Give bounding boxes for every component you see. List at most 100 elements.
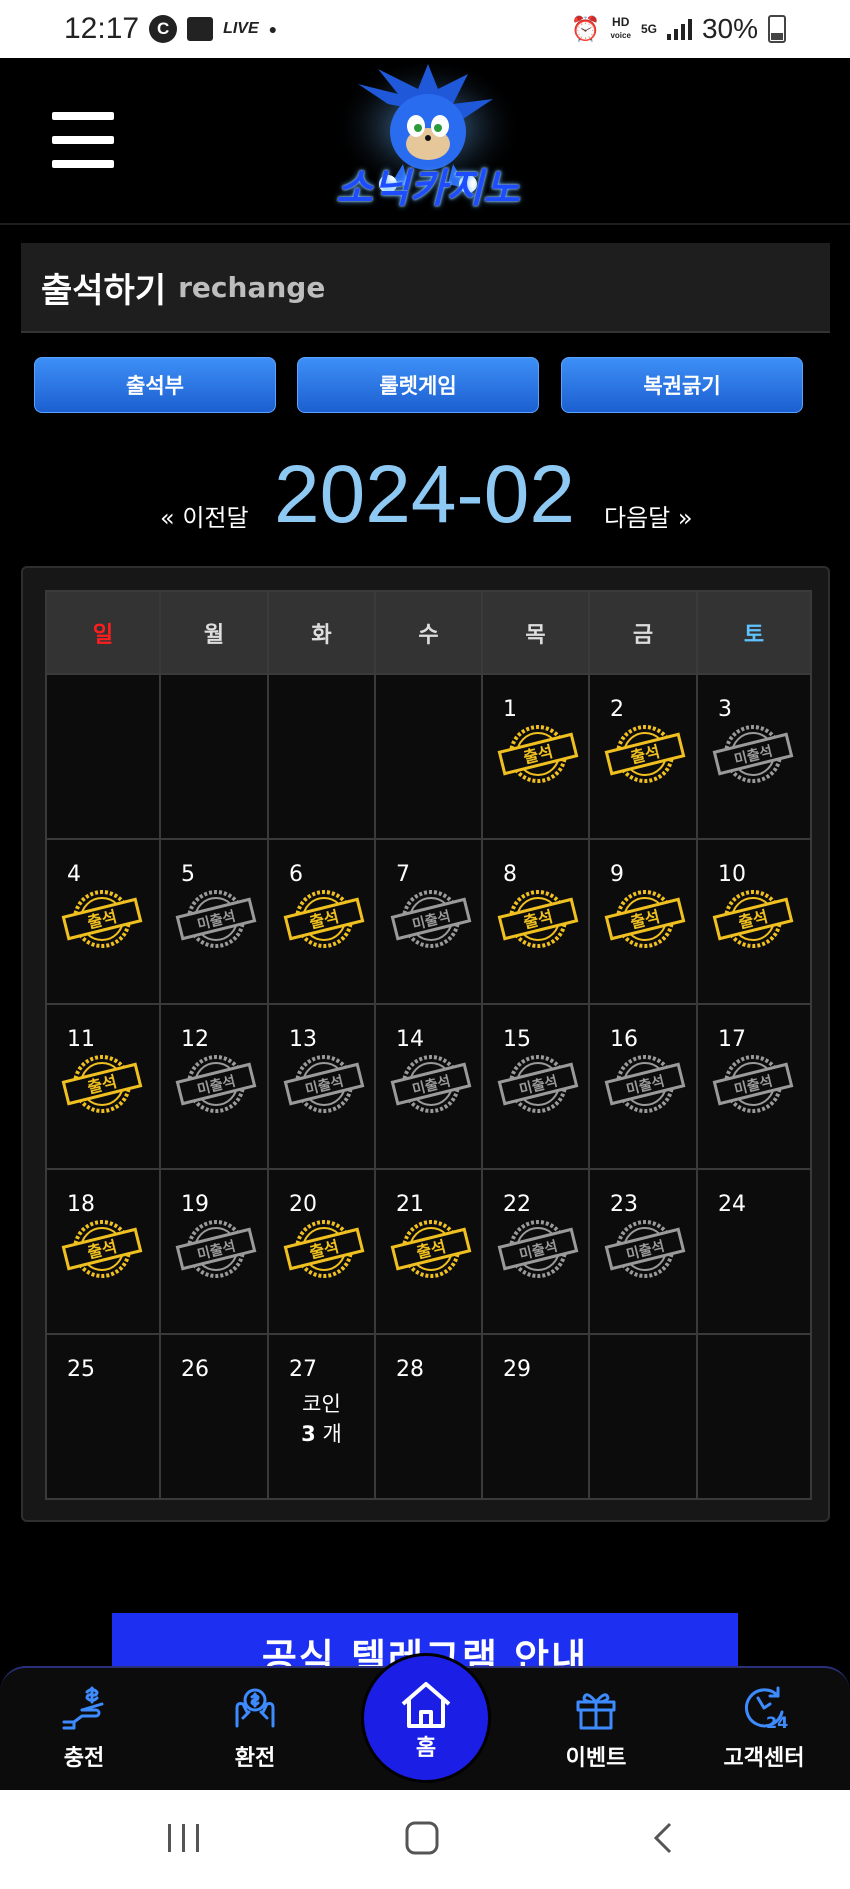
logo-text: 소닉카지노 — [336, 166, 520, 212]
calendar-day-cell — [45, 673, 161, 840]
absent-stamp-icon: 미출석 — [390, 1055, 472, 1113]
calendar-day-cell — [588, 1333, 698, 1500]
day-number: 4 — [67, 862, 81, 887]
svg-text:24: 24 — [766, 1713, 788, 1732]
exchange-icon — [235, 1688, 275, 1728]
calendar-table: 일 월 화 수 목 금 토 1 출석 2 출석 3 미출석 4 출석 5 미출석 6 출석 7 미출석 8 출석 9 출석 10 출… — [45, 590, 812, 1500]
weekday-header: 일 — [45, 590, 161, 675]
day-number: 22 — [503, 1192, 531, 1217]
calendar-day-cell: 6 출석 — [267, 838, 376, 1005]
c-app-icon: C — [149, 15, 178, 43]
recents-icon[interactable] — [164, 1820, 204, 1856]
status-right: ⏰ HD voice 5G 30% — [571, 13, 786, 45]
battery-icon — [768, 15, 786, 43]
attended-stamp-icon: 출석 — [604, 725, 686, 783]
attended-stamp-icon: 출석 — [61, 1055, 143, 1113]
calendar-day-cell: 17 미출석 — [696, 1003, 812, 1170]
day-number: 25 — [67, 1357, 95, 1382]
calendar-day-cell: 2 출석 — [588, 673, 698, 840]
day-number: 6 — [289, 862, 303, 887]
absent-stamp-icon: 미출석 — [497, 1055, 579, 1113]
calendar-day-cell: 25 — [45, 1333, 161, 1500]
coin-count: 3 — [301, 1422, 316, 1446]
status-bar: 12:17 C LIVE ● ⏰ HD voice 5G 30% — [0, 0, 850, 58]
attended-stamp-icon: 출석 — [61, 1220, 143, 1278]
day-number: 23 — [610, 1192, 638, 1217]
absent-stamp-icon: 미출석 — [175, 890, 257, 948]
nav-event-label: 이벤트 — [565, 1746, 627, 1771]
day-number: 20 — [289, 1192, 317, 1217]
calendar-day-cell: 13 미출석 — [267, 1003, 376, 1170]
voice-label: voice — [610, 31, 631, 40]
logo[interactable]: 소닉카지노 — [318, 64, 538, 222]
calendar-day-cell: 10 출석 — [696, 838, 812, 1005]
charge-icon — [62, 1686, 104, 1730]
calendar-day-cell — [159, 673, 269, 840]
support-24-icon: 24 — [745, 1686, 788, 1732]
attended-stamp-icon: 출석 — [497, 725, 579, 783]
calendar-day-cell: 8 출석 — [481, 838, 590, 1005]
calendar-day-cell: 19 미출석 — [159, 1168, 269, 1335]
weekday-header: 목 — [481, 590, 590, 675]
calendar-day-cell: 4 출석 — [45, 838, 161, 1005]
day-number: 13 — [289, 1027, 317, 1052]
absent-stamp-icon: 미출석 — [390, 890, 472, 948]
system-navigation-bar — [0, 1790, 850, 1889]
day-number: 21 — [396, 1192, 424, 1217]
day-number: 10 — [718, 862, 746, 887]
calendar-day-cell: 22 미출석 — [481, 1168, 590, 1335]
calendar-day-cell: 26 — [159, 1333, 269, 1500]
nav-event[interactable]: 이벤트 — [536, 1682, 656, 1782]
home-square-icon[interactable] — [404, 1820, 440, 1856]
day-number: 3 — [718, 697, 732, 722]
prev-month-link[interactable]: « 이전달 — [160, 498, 249, 533]
signal-icon — [666, 18, 692, 40]
back-icon[interactable] — [648, 1820, 676, 1856]
weekday-header: 금 — [588, 590, 698, 675]
tab-attendance-button[interactable]: 출석부 — [34, 357, 276, 413]
page-subtitle: rechange — [178, 270, 326, 304]
coin-reward: 코인 3 개 — [269, 1389, 374, 1449]
live-icon: LIVE — [223, 20, 259, 37]
calendar-day-cell: 12 미출석 — [159, 1003, 269, 1170]
tab-roulette-button[interactable]: 룰렛게임 — [297, 357, 539, 413]
day-number: 14 — [396, 1027, 424, 1052]
day-number: 16 — [610, 1027, 638, 1052]
calendar-day-cell — [696, 1333, 812, 1500]
weekday-header: 월 — [159, 590, 269, 675]
calendar-day-cell: 3 미출석 — [696, 673, 812, 840]
calendar-day-cell: 27 코인 3 개 — [267, 1333, 376, 1500]
nav-support[interactable]: 24 고객센터 — [704, 1682, 824, 1782]
day-number: 24 — [718, 1192, 746, 1217]
attended-stamp-icon: 출석 — [497, 890, 579, 948]
attended-stamp-icon: 출석 — [283, 890, 365, 948]
day-number: 12 — [181, 1027, 209, 1052]
nav-charge[interactable]: 충전 — [24, 1682, 144, 1782]
next-month-link[interactable]: 다음달 » — [604, 498, 693, 533]
weekday-header: 토 — [696, 590, 812, 675]
attendance-calendar: 일 월 화 수 목 금 토 1 출석 2 출석 3 미출석 4 출석 5 미출석 6 출석 7 미출석 8 출석 9 출석 10 출… — [21, 566, 830, 1522]
calendar-day-cell: 5 미출석 — [159, 838, 269, 1005]
tab-lottery-button[interactable]: 복권긁기 — [561, 357, 803, 413]
status-time: 12:17 — [64, 12, 140, 45]
absent-stamp-icon: 미출석 — [175, 1220, 257, 1278]
menu-icon[interactable] — [52, 112, 114, 168]
calendar-day-cell: 7 미출석 — [374, 838, 483, 1005]
network-5g-icon: 5G — [640, 22, 657, 36]
weekday-header: 화 — [267, 590, 376, 675]
page-title-bar: 출석하기 rechange — [21, 243, 830, 333]
nav-home-button[interactable]: 홈 — [361, 1653, 491, 1783]
nav-exchange[interactable]: 환전 — [195, 1682, 315, 1782]
hd-label: HD — [612, 15, 630, 29]
absent-stamp-icon: 미출석 — [712, 725, 794, 783]
day-number: 8 — [503, 862, 517, 887]
day-number: 2 — [610, 697, 624, 722]
attended-stamp-icon: 출석 — [390, 1220, 472, 1278]
status-left: 12:17 C LIVE ● — [64, 12, 277, 46]
hd-voice-icon: HD voice — [610, 16, 630, 42]
absent-stamp-icon: 미출석 — [604, 1055, 686, 1113]
calendar-day-cell: 16 미출석 — [588, 1003, 698, 1170]
calendar-day-cell — [374, 673, 483, 840]
absent-stamp-icon: 미출석 — [175, 1055, 257, 1113]
attended-stamp-icon: 출석 — [61, 890, 143, 948]
